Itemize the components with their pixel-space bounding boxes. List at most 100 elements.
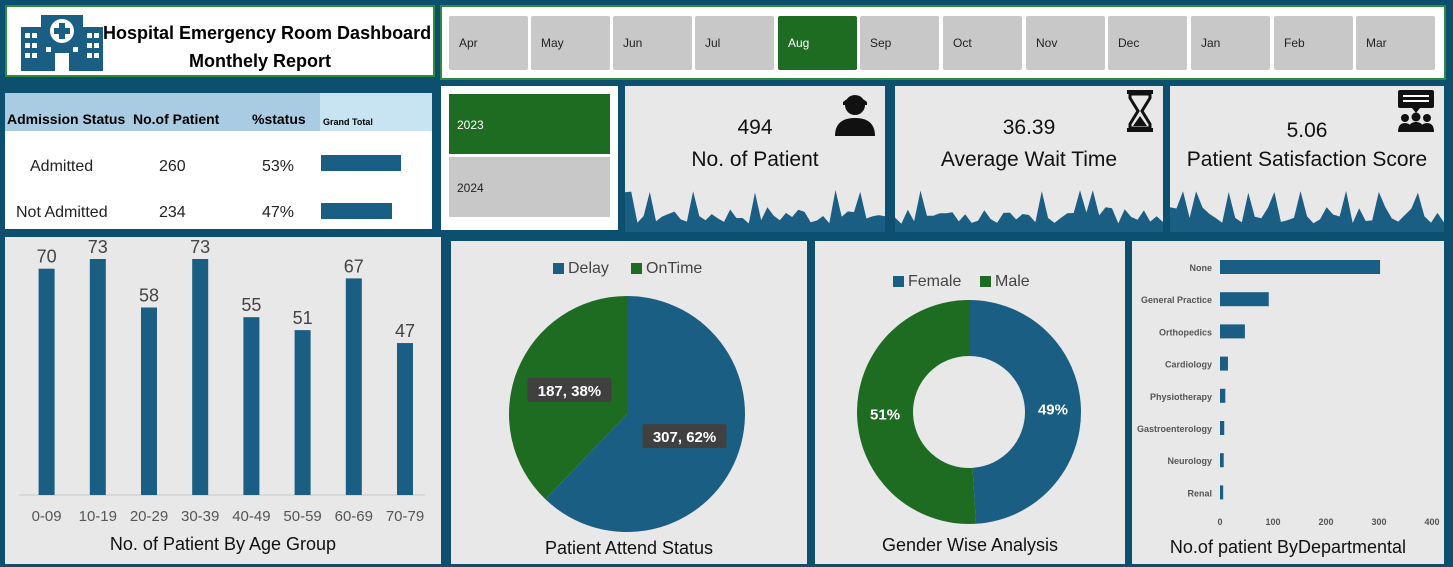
dept-x-tick: 300 — [1371, 517, 1386, 527]
age-bar — [243, 317, 260, 495]
dept-bar — [1220, 485, 1224, 500]
dept-bar — [1220, 324, 1245, 339]
age-tick-label: 50-59 — [283, 508, 321, 525]
pie-data-label: 307, 62% — [653, 429, 716, 446]
header-grand-total: Grand Total — [323, 117, 373, 127]
legend-label: Delay — [568, 260, 609, 277]
age-group-bar-chart: 70 0-09 73 10-19 58 20-29 73 30-39 55 40-49 51 50-5… — [19, 237, 425, 525]
age-bar — [192, 259, 209, 495]
year-slicer: 2023 2024 — [441, 86, 618, 230]
department-bar-chart: None General Practice Orthopedics Cardiolog… — [1137, 260, 1440, 527]
age-bar-value: 73 — [88, 237, 108, 257]
legend-label: OnTime — [646, 260, 702, 277]
gender-chart-panel: Female Male 49% 51% Gender Wise Analysis — [815, 241, 1125, 564]
dashboard-title: Hospital Emergency Room Dashboard — [103, 23, 432, 43]
year-button-2024[interactable]: 2024 — [449, 157, 610, 217]
hourglass-icon — [1127, 90, 1153, 132]
row-not-admitted-status: Not Admitted — [16, 204, 108, 221]
month-button-nov[interactable]: Nov — [1026, 16, 1105, 70]
dept-x-tick: 0 — [1217, 517, 1222, 527]
age-tick-label: 30-39 — [181, 508, 219, 525]
age-bar — [141, 307, 157, 495]
department-chart-panel: None General Practice Orthopedics Cardiolog… — [1132, 241, 1444, 564]
age-bar-value: 58 — [139, 285, 159, 305]
person-icon — [835, 95, 875, 136]
month-button-sep[interactable]: Sep — [860, 16, 939, 70]
month-button-feb[interactable]: Feb — [1274, 16, 1353, 70]
month-button-may[interactable]: May — [531, 16, 610, 70]
age-tick-label: 10-19 — [79, 508, 117, 525]
attend-status-chart-title: Patient Attend Status — [544, 538, 714, 558]
age-bar — [38, 268, 55, 495]
dept-bar — [1220, 356, 1228, 371]
kpi-wait-label: Average Wait Time — [940, 148, 1118, 171]
dept-bar — [1220, 421, 1225, 435]
group-chat-icon — [1398, 90, 1434, 132]
row-not-admitted-pct: 47% — [262, 204, 295, 221]
department-chart-title: No.of patient ByDepartmental — [1169, 537, 1407, 557]
dept-bar — [1220, 388, 1226, 403]
age-bar — [397, 343, 413, 495]
month-button-aug[interactable]: Aug — [778, 16, 857, 70]
age-bar-value: 51 — [293, 308, 313, 328]
pie-data-label: 51% — [870, 407, 900, 424]
kpi-patients-label: No. of Patient — [691, 148, 819, 171]
month-button-dec[interactable]: Dec — [1108, 16, 1187, 70]
row-not-admitted-count: 234 — [159, 204, 186, 221]
dept-category-label: General Practice — [1141, 295, 1212, 305]
legend-swatch — [631, 263, 642, 274]
attend-status-chart-panel: Delay OnTime 307, 62% 187, 38% Patient Atte… — [451, 241, 807, 564]
gender-donut-chart: Female Male 49% 51% — [856, 273, 1081, 524]
dept-category-label: Physiotherapy — [1150, 392, 1212, 402]
dept-category-label: None — [1190, 263, 1213, 273]
kpi-satisfaction-label: Patient Satisfaction Score — [1186, 148, 1428, 171]
row-admitted-count: 260 — [159, 158, 186, 175]
header-admission-status: Admission Status — [7, 111, 126, 127]
age-tick-label: 40-49 — [232, 508, 270, 525]
age-bar-value: 55 — [241, 295, 261, 315]
row-admitted-pct: 53% — [262, 158, 295, 175]
kpi-patients-card: 494 No. of Patient — [625, 86, 885, 232]
kpi-satisfaction-card: 5.06 Patient Satisfaction Score — [1170, 86, 1444, 232]
satisfaction-sparkline — [1170, 190, 1444, 232]
wait-sparkline — [895, 190, 1163, 232]
dept-bar — [1220, 260, 1381, 274]
month-button-jun[interactable]: Jun — [613, 16, 692, 70]
age-group-chart-title: No. of Patient By Age Group — [109, 534, 337, 554]
month-button-jul[interactable]: Jul — [695, 16, 774, 70]
admission-status-table: Admission Status No.of Patient %status G… — [5, 93, 432, 229]
dept-category-label: Gastroenterology — [1137, 424, 1212, 434]
age-bar — [345, 278, 362, 495]
month-button-mar[interactable]: Mar — [1356, 16, 1435, 70]
pie-data-label: 187, 38% — [538, 383, 601, 400]
row-admitted-bar — [321, 155, 401, 171]
dept-category-label: Renal — [1187, 488, 1212, 498]
dept-x-tick: 200 — [1318, 517, 1333, 527]
dept-x-tick: 100 — [1265, 517, 1280, 527]
legend-swatch — [980, 276, 991, 287]
year-button-2023[interactable]: 2023 — [449, 94, 610, 154]
dept-category-label: Cardiology — [1165, 360, 1212, 370]
kpi-wait-card: 36.39 Average Wait Time — [895, 86, 1163, 232]
dept-category-label: Orthopedics — [1159, 327, 1212, 337]
age-bar — [89, 259, 106, 495]
month-button-jan[interactable]: Jan — [1191, 16, 1270, 70]
month-slicer: Apr May Jun Jul Aug Sep Oct Nov Dec Jan … — [440, 5, 1446, 80]
dashboard-title-box: Hospital Emergency Room Dashboard Monthe… — [5, 5, 435, 77]
age-tick-label: 60-69 — [335, 508, 373, 525]
age-bar-value: 47 — [395, 321, 415, 341]
dept-bar — [1220, 453, 1224, 468]
month-button-apr[interactable]: Apr — [449, 16, 528, 70]
hospital-icon — [21, 15, 103, 71]
age-bar-value: 73 — [190, 237, 210, 257]
dept-category-label: Neurology — [1167, 456, 1212, 466]
header-pct-status: %status — [252, 111, 306, 127]
dashboard-subtitle: Monthely Report — [189, 51, 331, 71]
month-button-oct[interactable]: Oct — [943, 16, 1022, 70]
age-tick-label: 0-09 — [32, 508, 62, 525]
row-admitted-status: Admitted — [30, 158, 94, 175]
age-bar-value: 70 — [37, 247, 57, 267]
legend-label: Male — [995, 273, 1030, 290]
age-bar-value: 67 — [344, 256, 364, 276]
dept-x-tick: 400 — [1424, 517, 1439, 527]
